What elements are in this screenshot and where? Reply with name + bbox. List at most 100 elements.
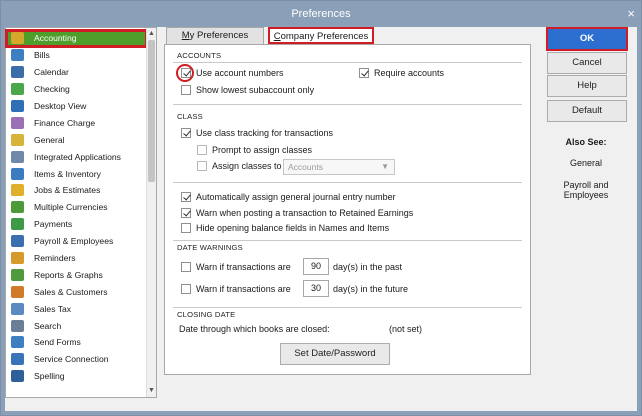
hide-opening-balance-checkbox[interactable] [181, 223, 191, 233]
warn-past-option[interactable]: Warn if transactions are [181, 262, 291, 272]
sidebar-item-spelling[interactable]: Spelling [6, 368, 147, 385]
tab-my-preferences[interactable]: My Preferences [166, 27, 264, 44]
sidebar-item-sales-customers[interactable]: Sales & Customers [6, 283, 147, 300]
bills-icon [11, 49, 24, 62]
sidebar-item-label: Finance Charge [34, 117, 96, 128]
select-value: Accounts [288, 162, 323, 172]
cancel-button[interactable]: Cancel [547, 52, 627, 74]
calendar-icon [11, 66, 24, 79]
require-accounts-checkbox[interactable] [359, 68, 369, 78]
checkbox-label: Prompt to assign classes [212, 145, 313, 155]
sidebar-item-finance-charge[interactable]: Finance Charge [6, 114, 147, 131]
sidebar-item-multiple-currencies[interactable]: Multiple Currencies [6, 199, 147, 216]
assign-classes-select[interactable]: Accounts ▼ [283, 159, 395, 175]
closing-date-status: (not set) [389, 324, 423, 334]
assign-classes-checkbox[interactable] [197, 161, 207, 171]
sidebar-item-label: Calendar [34, 67, 69, 78]
sidebar-item-label: Items & Inventory [34, 168, 101, 179]
close-icon[interactable]: × [627, 1, 635, 27]
sidebar-item-general[interactable]: General [6, 131, 147, 148]
sidebar-item-accounting[interactable]: Accounting [5, 29, 148, 48]
sidebar-item-items-inventory[interactable]: Items & Inventory [6, 165, 147, 182]
sidebar-item-integrated-applications[interactable]: Integrated Applications [6, 148, 147, 165]
warn-retained-earnings-checkbox[interactable] [181, 208, 191, 218]
sidebar-item-label: Multiple Currencies [34, 202, 108, 213]
auto-journal-number-checkbox[interactable] [181, 192, 191, 202]
sidebar-item-label: Bills [34, 50, 50, 61]
ok-button[interactable]: OK [546, 27, 628, 51]
sidebar-item-label: Reminders [34, 253, 76, 264]
assign-classes-option[interactable]: Assign classes to [197, 161, 282, 171]
use-class-tracking-checkbox[interactable] [181, 128, 191, 138]
finance-charge-icon [11, 116, 24, 129]
sidebar-scrollbar[interactable]: ▲ ▼ [146, 28, 156, 397]
sales-tax-icon [11, 302, 24, 315]
sidebar-item-send-forms[interactable]: Send Forms [6, 334, 147, 351]
warn-retained-earnings-option[interactable]: Warn when posting a transaction to Retai… [181, 208, 413, 218]
future-days-suffix: day(s) in the future [333, 284, 408, 294]
tab-accel: M [181, 30, 190, 41]
section-title-closing-date: CLOSING DATE [177, 310, 236, 319]
suffix-label: day(s) in the past [333, 262, 403, 272]
sales-customers-icon [11, 285, 24, 298]
tab-label: ompany Preferences [280, 31, 369, 42]
divider [173, 240, 522, 241]
sidebar-item-calendar[interactable]: Calendar [6, 64, 147, 81]
checkbox-label: Automatically assign general journal ent… [196, 192, 396, 202]
desktop-view-icon [11, 100, 24, 112]
prompt-to-assign-option[interactable]: Prompt to assign classes [197, 145, 312, 155]
chevron-down-icon: ▼ [381, 162, 389, 171]
sidebar-item-reports-graphs[interactable]: Reports & Graphs [6, 266, 147, 283]
integrated-applications-icon [11, 150, 24, 163]
jobs-estimates-icon [11, 184, 24, 197]
tab-company-preferences[interactable]: Company Preferences [268, 27, 374, 44]
sidebar-item-payments[interactable]: Payments [6, 216, 147, 233]
sidebar-item-label: Sales & Customers [34, 286, 108, 297]
warn-future-option[interactable]: Warn if transactions are [181, 284, 291, 294]
set-date-password-button[interactable]: Set Date/Password [280, 343, 390, 365]
scroll-thumb[interactable] [148, 40, 155, 182]
sidebar-item-label: Payments [34, 219, 73, 230]
checkbox-label: Require accounts [374, 68, 445, 78]
sidebar-item-sales-tax[interactable]: Sales Tax [6, 300, 147, 317]
sidebar-item-desktop-view[interactable]: Desktop View [6, 98, 147, 115]
checkbox-label: Warn if transactions are [196, 262, 291, 272]
show-lowest-subaccount-checkbox[interactable] [181, 85, 191, 95]
sidebar-item-label: Accounting [34, 33, 77, 44]
warn-past-checkbox[interactable] [181, 262, 191, 272]
sidebar-item-checking[interactable]: Checking [6, 81, 147, 98]
hide-opening-balance-option[interactable]: Hide opening balance fields in Names and… [181, 223, 389, 233]
sidebar-item-label: Desktop View [34, 101, 87, 111]
require-accounts-option[interactable]: Require accounts [359, 68, 444, 78]
reports-graphs-icon [11, 268, 24, 281]
sidebar-item-service-connection[interactable]: Service Connection [6, 351, 147, 368]
category-list: Accounting Bills Calendar Checking Desktop V… [5, 29, 148, 385]
closing-date-label: Date through which books are closed: [179, 324, 330, 334]
sidebar-item-search[interactable]: Search [6, 317, 147, 334]
sidebar-item-label: Send Forms [34, 337, 81, 348]
sidebar-item-payroll-employees[interactable]: Payroll & Employees [6, 233, 147, 250]
also-see-link-general[interactable]: General [547, 158, 625, 168]
also-see-title: Also See: [565, 137, 607, 147]
scroll-down-icon[interactable]: ▼ [147, 386, 156, 396]
future-days-input[interactable]: 30 [303, 280, 329, 297]
help-button[interactable]: Help [547, 75, 627, 97]
use-class-tracking-option[interactable]: Use class tracking for transactions [181, 128, 333, 138]
also-see-link-payroll[interactable]: Payroll and Employees [547, 180, 625, 200]
prompt-to-assign-checkbox[interactable] [197, 145, 207, 155]
tab-accel: C [273, 31, 281, 42]
scroll-up-icon[interactable]: ▲ [147, 29, 156, 39]
use-account-numbers-option[interactable]: Use account numbers [181, 68, 284, 78]
checkbox-label: Hide opening balance fields in Names and… [196, 223, 390, 233]
sidebar-item-jobs-estimates[interactable]: Jobs & Estimates [6, 182, 147, 199]
past-days-input[interactable]: 90 [303, 258, 329, 275]
window-title: Preferences [291, 8, 351, 20]
accounting-icon [11, 32, 24, 45]
default-button[interactable]: Default [547, 100, 627, 122]
show-lowest-subaccount-option[interactable]: Show lowest subaccount only [181, 85, 314, 95]
warn-future-checkbox[interactable] [181, 284, 191, 294]
sidebar-item-reminders[interactable]: Reminders [6, 250, 147, 267]
sidebar-item-bills[interactable]: Bills [6, 47, 147, 64]
closing-date-text: Date through which books are closed: [179, 324, 330, 334]
auto-journal-number-option[interactable]: Automatically assign general journal ent… [181, 192, 396, 202]
